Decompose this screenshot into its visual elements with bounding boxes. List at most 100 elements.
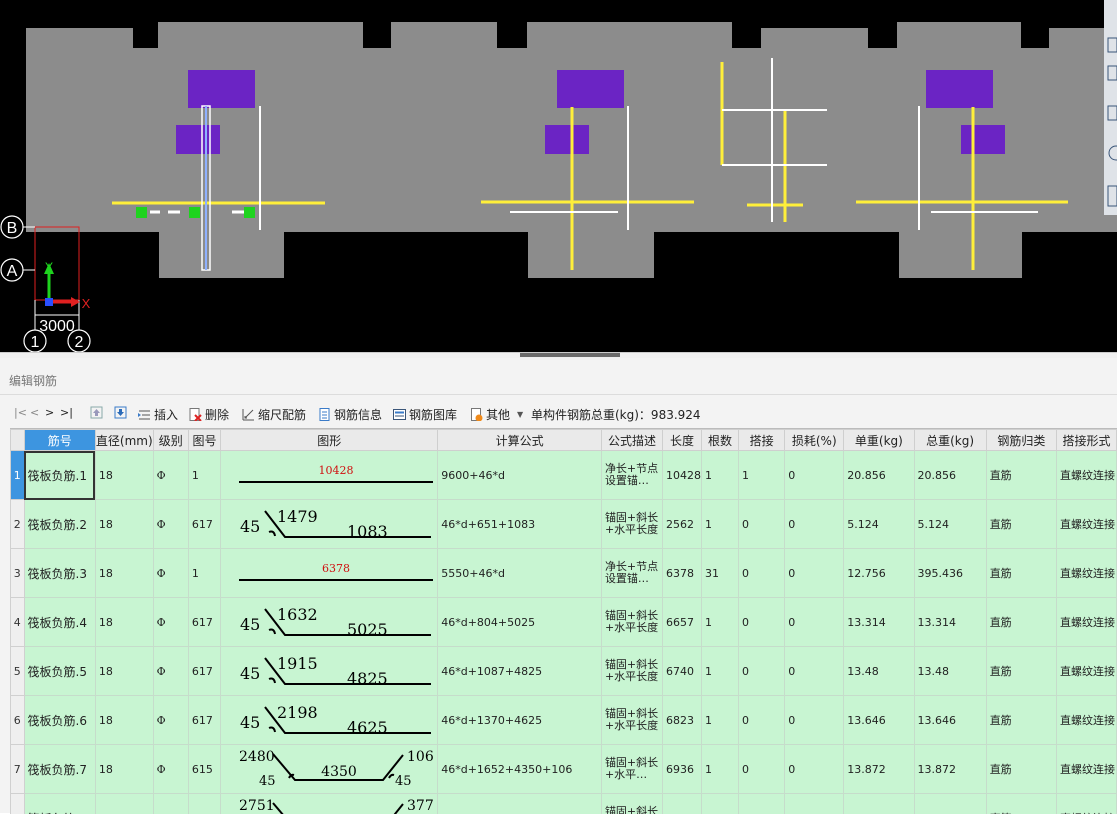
nav-next-button[interactable]: > xyxy=(45,406,54,419)
formula-description-cell[interactable]: 锚固+斜长+水平… xyxy=(601,745,662,794)
formula-description-cell[interactable]: 锚固+斜长+水平长度 xyxy=(601,500,662,549)
unit-weight-cell[interactable]: 20.856 xyxy=(844,451,914,500)
shape-cell[interactable]: 4516325025 xyxy=(221,598,438,647)
grade-cell[interactable]: Φ xyxy=(153,794,188,814)
category-cell[interactable]: 直筋 xyxy=(986,745,1056,794)
formula-cell[interactable]: 9600+46*d xyxy=(438,451,602,500)
table-row[interactable]: 1筏板负筋.118Φ1104289600+46*d净长+节点设置锚…104281… xyxy=(11,451,1117,500)
total-weight-cell[interactable]: 13.872 xyxy=(914,745,986,794)
count-cell[interactable]: 1 xyxy=(701,647,738,696)
unit-weight-cell[interactable]: 14.19 xyxy=(844,794,914,814)
grade-cell[interactable]: Φ xyxy=(153,549,188,598)
lap-form-cell[interactable]: 直螺纹连接 xyxy=(1056,745,1116,794)
figure-number-cell[interactable]: 617 xyxy=(188,598,220,647)
lap-cell[interactable]: 0 xyxy=(739,500,785,549)
lap-cell[interactable]: 1 xyxy=(739,451,785,500)
lap-form-cell[interactable]: 直螺纹连接 xyxy=(1056,500,1116,549)
total-weight-cell[interactable]: 5.124 xyxy=(914,500,986,549)
shape-cell[interactable]: 4519154825 xyxy=(221,647,438,696)
column-header[interactable]: 搭接形式 xyxy=(1056,430,1116,451)
grip-point[interactable] xyxy=(244,207,255,218)
row-number[interactable]: 7 xyxy=(11,745,25,794)
count-cell[interactable]: 1 xyxy=(701,598,738,647)
row-number[interactable]: 4 xyxy=(11,598,25,647)
rebar-info-button[interactable]: 钢筋信息 xyxy=(318,406,382,423)
unit-weight-cell[interactable]: 13.872 xyxy=(844,745,914,794)
rebar-name-cell[interactable]: 筏板负筋.2 xyxy=(24,500,95,549)
insert-button[interactable]: 插入 xyxy=(138,406,178,423)
figure-number-cell[interactable]: 617 xyxy=(188,500,220,549)
figure-number-cell[interactable]: 615 xyxy=(188,794,220,814)
total-weight-cell[interactable]: 368.94 xyxy=(914,794,986,814)
shape-cell[interactable]: 275139673774545 xyxy=(221,794,438,814)
category-cell[interactable]: 直筋 xyxy=(986,500,1056,549)
shape-cell[interactable]: 4521984625 xyxy=(221,696,438,745)
rebar-name-cell[interactable]: 筏板负筋.4 xyxy=(24,598,95,647)
splitter-grip[interactable] xyxy=(520,353,620,357)
grade-cell[interactable]: Φ xyxy=(153,500,188,549)
table-row[interactable]: 5筏板负筋.518Φ617451915482546*d+1087+4825锚固+… xyxy=(11,647,1117,696)
formula-cell[interactable]: 46*d+1087+4825 xyxy=(438,647,602,696)
row-number[interactable]: 3 xyxy=(11,549,25,598)
shape-cell[interactable]: 4514791083 xyxy=(221,500,438,549)
formula-description-cell[interactable]: 锚固+斜长+水平长度 xyxy=(601,647,662,696)
diameter-cell[interactable]: 18 xyxy=(95,500,153,549)
count-cell[interactable]: 1 xyxy=(701,745,738,794)
category-cell[interactable]: 直筋 xyxy=(986,598,1056,647)
category-cell[interactable]: 直筋 xyxy=(986,794,1056,814)
column-header[interactable]: 长度 xyxy=(662,430,701,451)
unit-weight-cell[interactable]: 5.124 xyxy=(844,500,914,549)
column-header[interactable]: 级别 xyxy=(153,430,188,451)
table-row[interactable]: 2筏板负筋.218Φ617451479108346*d+651+1083锚固+斜… xyxy=(11,500,1117,549)
shape-cell[interactable]: 6378 xyxy=(221,549,438,598)
nav-last-button[interactable]: >| xyxy=(60,406,73,419)
other-menu-button[interactable]: 其他 ▼ xyxy=(470,406,523,423)
diameter-cell[interactable]: 18 xyxy=(95,549,153,598)
diameter-cell[interactable]: 18 xyxy=(95,745,153,794)
grade-cell[interactable]: Φ xyxy=(153,647,188,696)
column-header[interactable]: 搭接 xyxy=(739,430,785,451)
lap-form-cell[interactable]: 直螺纹连接 xyxy=(1056,451,1116,500)
column-header[interactable]: 图形 xyxy=(221,430,438,451)
column-header[interactable]: 筋号 xyxy=(24,430,95,451)
unit-weight-cell[interactable]: 12.756 xyxy=(844,549,914,598)
formula-cell[interactable]: 5550+46*d xyxy=(438,549,602,598)
grade-cell[interactable]: Φ xyxy=(153,598,188,647)
length-cell[interactable]: 6936 xyxy=(662,745,701,794)
table-row[interactable]: 6筏板负筋.618Φ617452198462546*d+1370+4625锚固+… xyxy=(11,696,1117,745)
delete-button[interactable]: 删除 xyxy=(189,406,229,423)
grip-point[interactable] xyxy=(136,207,147,218)
length-cell[interactable]: 10428 xyxy=(662,451,701,500)
formula-cell[interactable]: 46*d+1652+4350+106 xyxy=(438,745,602,794)
diameter-cell[interactable]: 18 xyxy=(95,647,153,696)
lap-cell[interactable]: 0 xyxy=(739,549,785,598)
grade-cell[interactable]: Φ xyxy=(153,745,188,794)
move-down-button[interactable] xyxy=(114,406,127,419)
formula-cell[interactable]: 46*d+804+5025 xyxy=(438,598,602,647)
rebar-name-cell[interactable]: 筏板负筋.8 xyxy=(24,794,95,814)
loss-cell[interactable]: 0 xyxy=(785,598,844,647)
column-header[interactable]: 损耗(%) xyxy=(785,430,844,451)
category-cell[interactable]: 直筋 xyxy=(986,451,1056,500)
formula-cell[interactable]: 46*d+1923+3967+377 xyxy=(438,794,602,814)
formula-description-cell[interactable]: 锚固+斜长+水平长度 xyxy=(601,696,662,745)
nav-first-button[interactable]: |< xyxy=(14,406,27,419)
rebar-name-cell[interactable]: 筏板负筋.6 xyxy=(24,696,95,745)
row-number[interactable]: 6 xyxy=(11,696,25,745)
grip-point[interactable] xyxy=(189,207,200,218)
diameter-cell[interactable]: 18 xyxy=(95,696,153,745)
row-number[interactable]: 5 xyxy=(11,647,25,696)
total-weight-cell[interactable]: 395.436 xyxy=(914,549,986,598)
scale-rebar-button[interactable]: 缩尺配筋 xyxy=(242,406,306,423)
grade-cell[interactable]: Φ xyxy=(153,451,188,500)
length-cell[interactable]: 6823 xyxy=(662,696,701,745)
total-weight-cell[interactable]: 13.48 xyxy=(914,647,986,696)
lap-cell[interactable]: 0 xyxy=(739,647,785,696)
figure-number-cell[interactable]: 617 xyxy=(188,696,220,745)
total-weight-cell[interactable]: 20.856 xyxy=(914,451,986,500)
category-cell[interactable]: 直筋 xyxy=(986,549,1056,598)
lap-cell[interactable]: 0 xyxy=(739,696,785,745)
category-cell[interactable]: 直筋 xyxy=(986,647,1056,696)
column-header[interactable]: 公式描述 xyxy=(601,430,662,451)
lap-form-cell[interactable]: 直螺纹连接 xyxy=(1056,598,1116,647)
